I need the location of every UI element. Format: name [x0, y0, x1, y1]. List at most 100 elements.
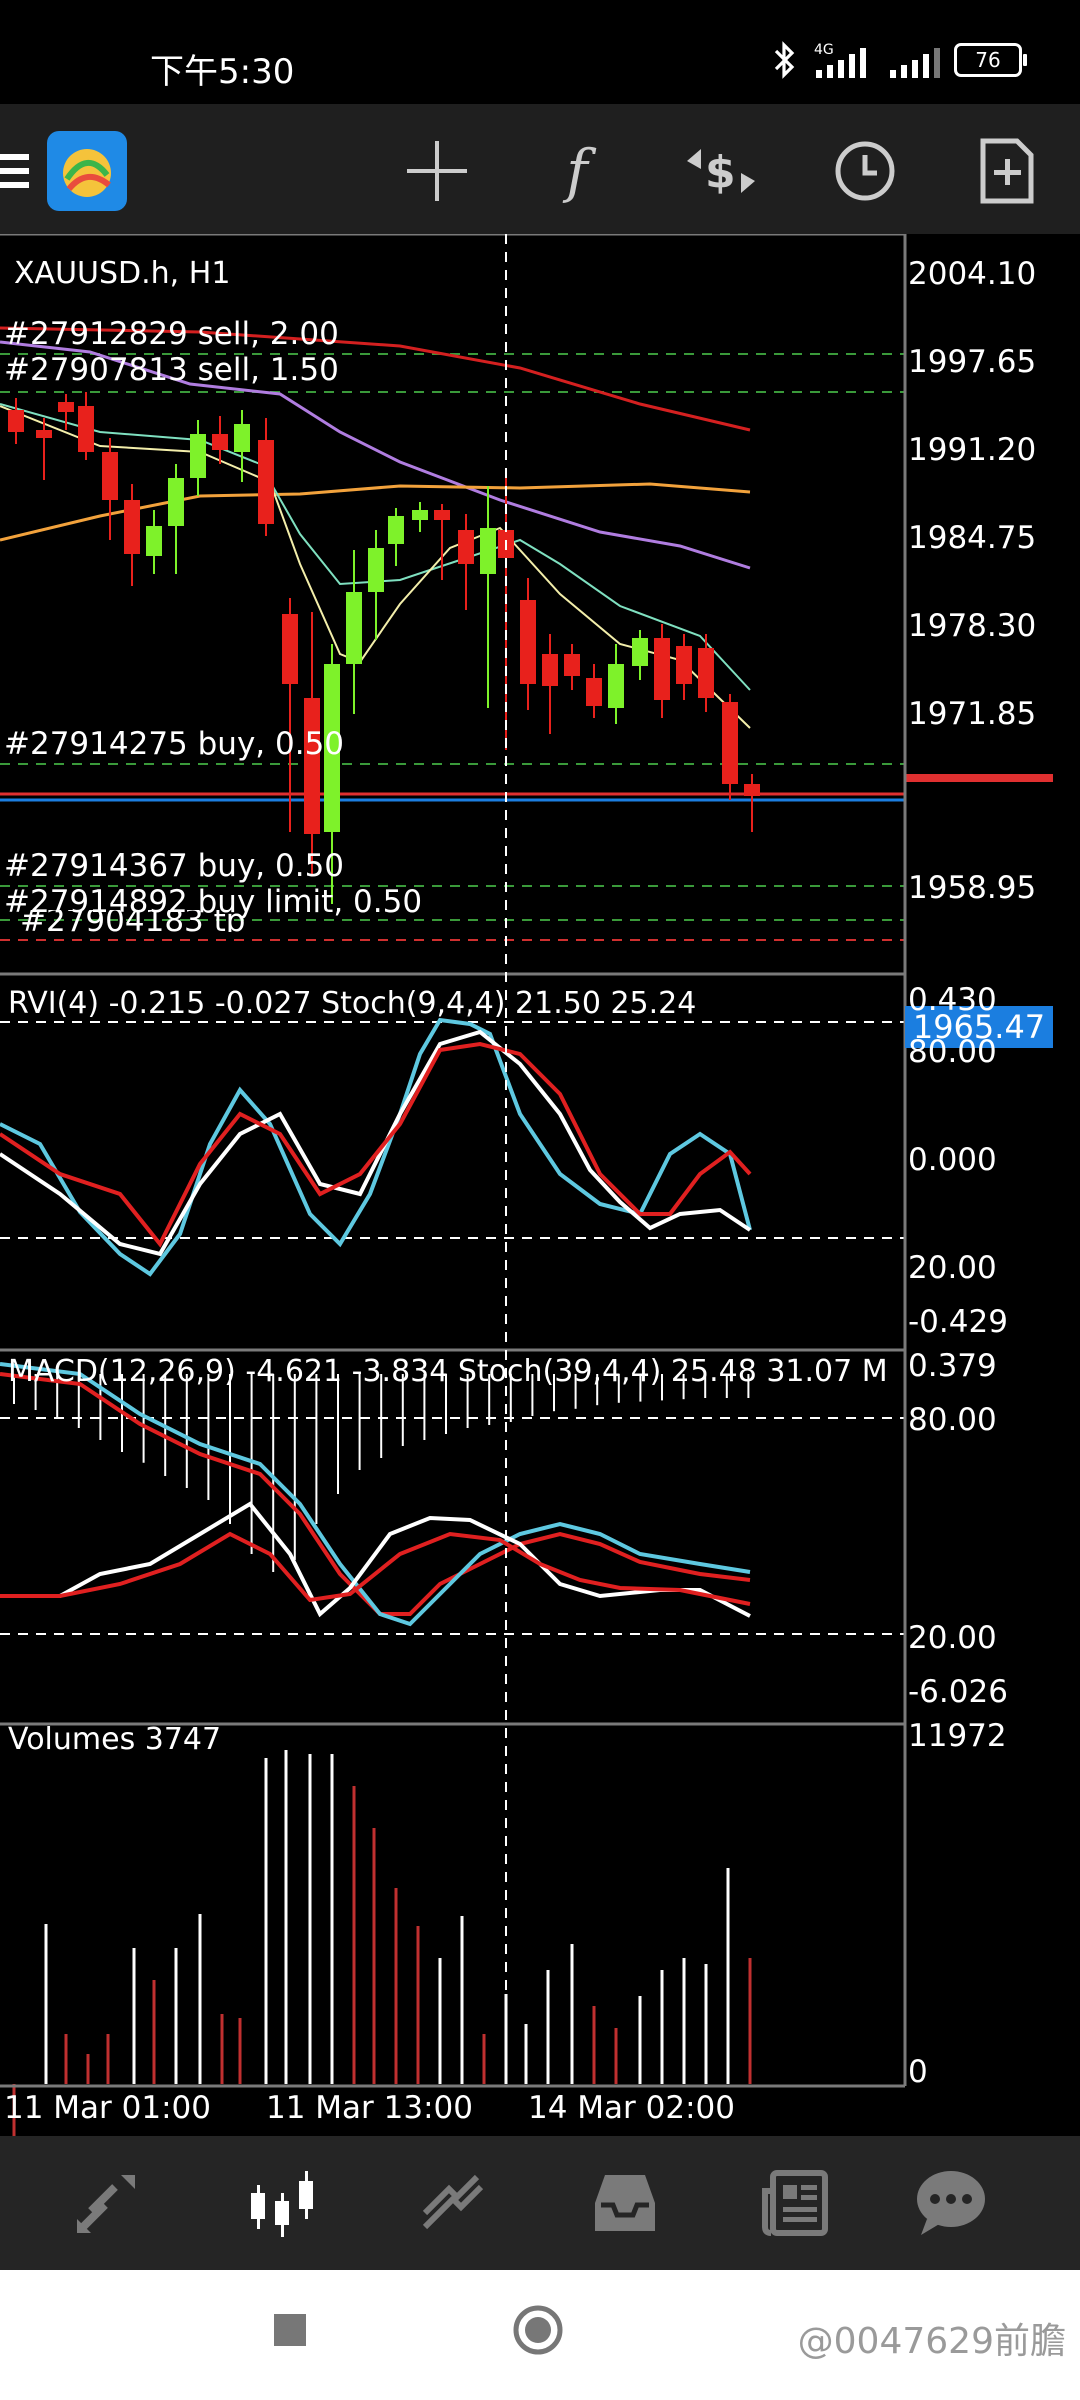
candle-body: [8, 410, 24, 432]
volume-axis-label: 0: [908, 2054, 928, 2090]
new-order-icon: [980, 138, 1034, 204]
watermark: @0047629前膽: [797, 2321, 1066, 2362]
candle-body: [36, 430, 52, 438]
candle-body: [412, 510, 428, 520]
price-axis-label: 1984.75: [908, 520, 1037, 556]
status-time: 下午5:30: [150, 52, 295, 92]
quotes-icon: [77, 2175, 135, 2233]
candle-body: [654, 638, 670, 700]
price-axis-label: 1971.85: [908, 696, 1037, 732]
time-axis-label: 11 Mar 13:00: [266, 2090, 473, 2126]
candle-body: [744, 784, 760, 796]
home-button[interactable]: [512, 2304, 564, 2356]
candle-body: [698, 648, 714, 698]
candle-body: [632, 638, 648, 666]
time-axis-label: 11 Mar 01:00: [4, 2090, 211, 2126]
battery-icon: 76: [954, 43, 1027, 77]
candle-body: [234, 424, 250, 452]
rvi-axis-label: 20.00: [908, 1250, 997, 1286]
app-logo-button[interactable]: [42, 126, 132, 216]
price-axis-label: 2004.10: [908, 256, 1037, 292]
macd-axis-label: 20.00: [908, 1620, 997, 1656]
network-type: 4G: [814, 42, 834, 58]
signal-4g-icon: 4G: [814, 42, 866, 78]
rvi-axis-label: 0.430: [908, 982, 997, 1018]
timeframe-button[interactable]: [820, 126, 910, 216]
macd-axis-label: 80.00: [908, 1402, 997, 1438]
bottom-nav: [0, 2136, 1080, 2270]
nav-news[interactable]: [750, 2160, 840, 2246]
candle-body: [368, 548, 384, 592]
nav-trade[interactable]: [410, 2160, 500, 2246]
bluetooth-icon: [774, 41, 795, 79]
candle-body: [676, 646, 692, 684]
menu-icon: [0, 154, 29, 188]
new-order-button[interactable]: [962, 126, 1052, 216]
candle-body: [258, 440, 274, 524]
status-bar: 下午5:30 4G 76: [0, 0, 1080, 104]
candle-body: [346, 592, 362, 664]
candle-body: [458, 530, 474, 564]
indicators-button[interactable]: f: [532, 126, 622, 216]
macd-axis-label: -6.026: [908, 1674, 1008, 1710]
price-axis-label: 1958.95: [908, 870, 1037, 906]
candle-body: [608, 664, 624, 708]
candle-body: [212, 434, 228, 450]
candle-body: [520, 600, 536, 684]
chart-area[interactable]: XAUUSD.h, H1 #27912829 sell, 2.00 #27907…: [0, 234, 1080, 2136]
candle-body: [58, 402, 74, 412]
price-axis-label: 1991.20: [908, 432, 1037, 468]
status-icons: 4G 76: [772, 40, 1027, 80]
nav-chart[interactable]: [236, 2160, 326, 2246]
order-label[interactable]: #27914275 buy, 0.50: [4, 726, 344, 762]
stoch-main-line: [0, 1029, 752, 1257]
candle-body: [480, 528, 496, 574]
news-icon: [762, 2170, 828, 2236]
candle-body: [586, 678, 602, 706]
candle-body: [542, 654, 558, 686]
nav-quotes[interactable]: [62, 2160, 152, 2246]
stoch-signal-line: [0, 1041, 752, 1248]
volume-axis-label: 11972: [908, 1718, 1007, 1754]
nav-history[interactable]: [580, 2160, 670, 2246]
history-icon: [595, 2175, 655, 2231]
candle-body: [722, 702, 738, 784]
trade-icon: $: [687, 147, 755, 198]
time-axis-label: 14 Mar 02:00: [528, 2090, 735, 2126]
price-axis-label: 1997.65: [908, 344, 1037, 380]
candle-body: [78, 406, 94, 452]
svg-text:$: $: [705, 147, 736, 198]
recents-icon: [274, 2314, 306, 2346]
candle-body: [168, 478, 184, 526]
home-icon: [513, 2305, 563, 2355]
rvi-axis-label: -0.429: [908, 1304, 1008, 1340]
candle-body: [304, 698, 320, 834]
order-label[interactable]: #27912829 sell, 2.00: [4, 316, 339, 352]
candle-body: [388, 516, 404, 544]
candle-body: [190, 434, 206, 478]
indicators-icon: f: [566, 137, 588, 205]
nav-chat[interactable]: [906, 2160, 996, 2246]
mt-logo-icon: [47, 131, 127, 211]
candle-body: [146, 526, 162, 556]
macd-signal-line: [0, 1372, 751, 1616]
rvi-label: RVI(4) -0.215 -0.027 Stoch(9,4,4) 21.50 …: [8, 986, 697, 1021]
candle-body: [434, 510, 450, 520]
price-axis-label: 1978.30: [908, 608, 1037, 644]
crosshair-icon: [407, 141, 467, 201]
trade-button[interactable]: $: [676, 126, 766, 216]
ask-tag: [905, 774, 1053, 782]
recents-button[interactable]: [272, 2312, 308, 2348]
rvi-axis-label: 0.000: [908, 1142, 997, 1178]
signal-icon: [890, 48, 940, 78]
order-label[interactable]: #27914367 buy, 0.50: [4, 848, 344, 884]
candle-body: [564, 654, 580, 676]
symbol-label: XAUUSD.h, H1: [14, 256, 231, 291]
order-label[interactable]: #27907813 sell, 1.50: [4, 352, 339, 388]
crosshair-button[interactable]: [392, 126, 482, 216]
timeframe-icon: [835, 141, 895, 201]
chart-toolbar: f $: [0, 104, 1080, 234]
chart-icon: [251, 2171, 313, 2237]
chat-icon: [917, 2171, 985, 2235]
order-label[interactable]: #27904183 tp: [20, 910, 245, 932]
